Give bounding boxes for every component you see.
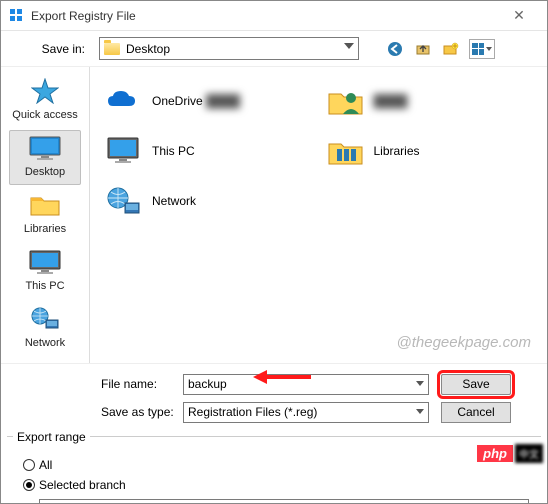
site-badge: php 中文 [477,444,543,463]
item-label: OneDrive [152,94,203,108]
chevron-down-icon [344,43,354,49]
file-list-pane: OneDrive ████ ████ This PC Libraries [89,67,547,363]
item-libraries[interactable]: Libraries [326,129,538,173]
export-range-legend: Export range [13,430,90,444]
filename-input[interactable]: backup [183,374,429,395]
this-pc-icon [104,131,144,171]
radio-all-label: All [39,458,52,472]
place-network[interactable]: Network [9,301,81,356]
radio-all[interactable] [23,459,35,471]
savetype-combo[interactable]: Registration Files (*.reg) [183,402,429,423]
libraries-icon [326,131,366,171]
place-this-pc[interactable]: This PC [9,244,81,299]
save-in-combo[interactable]: Desktop [99,37,359,60]
view-menu-button[interactable] [469,39,495,59]
radio-selected-branch[interactable] [23,479,35,491]
place-desktop[interactable]: Desktop [9,130,81,185]
radio-all-row[interactable]: All [13,455,535,475]
export-range-group: Export range All Selected branch HKEY_LO… [7,436,541,504]
radio-selected-row[interactable]: Selected branch [13,475,535,495]
place-label: Quick access [12,109,77,121]
chevron-down-icon [416,381,424,386]
place-label: Desktop [25,166,65,178]
item-onedrive[interactable]: OneDrive ████ [104,79,316,123]
savetype-value: Registration Files (*.reg) [188,405,317,419]
save-button[interactable]: Save [441,374,511,395]
badge-right: 中文 [515,444,543,463]
network-icon [104,181,144,221]
app-icon [9,8,25,24]
cancel-button[interactable]: Cancel [441,402,511,423]
new-folder-icon[interactable] [441,39,461,59]
radio-selected-label: Selected branch [39,478,126,492]
toolbar-icons [385,39,495,59]
user-folder-icon [326,81,366,121]
place-quick-access[interactable]: Quick access [9,73,81,128]
onedrive-icon [104,81,144,121]
window-title: Export Registry File [31,9,499,23]
item-blurred-text: ████ [374,94,408,108]
title-bar: Export Registry File ✕ [1,1,547,31]
item-user[interactable]: ████ [326,79,538,123]
save-in-value: Desktop [126,42,170,56]
place-libraries[interactable]: Libraries [9,187,81,242]
save-in-row: Save in: Desktop [1,31,547,67]
savetype-label: Save as type: [1,405,177,419]
branch-input[interactable]: HKEY_LOCAL_MACHINE [39,499,529,504]
back-icon[interactable] [385,39,405,59]
item-label: Libraries [374,144,420,158]
item-this-pc[interactable]: This PC [104,129,316,173]
item-network[interactable]: Network [104,179,316,223]
badge-left: php [477,445,513,462]
chevron-down-icon [486,47,492,51]
place-label: Libraries [24,223,66,235]
item-label: Network [152,194,196,208]
file-fields: File name: backup Save Save as type: Reg… [1,363,547,432]
chevron-down-icon [416,409,424,414]
export-registry-dialog: Export Registry File ✕ Save in: Desktop … [0,0,548,504]
filename-value: backup [188,377,227,391]
item-label: This PC [152,144,195,158]
folder-icon [104,43,120,55]
place-label: Network [25,337,65,349]
item-blurred-text: ████ [203,94,240,108]
place-label: This PC [25,280,64,292]
watermark-text: @thegeekpage.com [397,334,531,351]
places-bar: Quick access Desktop Libraries This PC N… [1,67,89,363]
up-folder-icon[interactable] [413,39,433,59]
filename-label: File name: [1,377,177,391]
save-in-label: Save in: [1,42,91,56]
close-button[interactable]: ✕ [499,7,539,24]
